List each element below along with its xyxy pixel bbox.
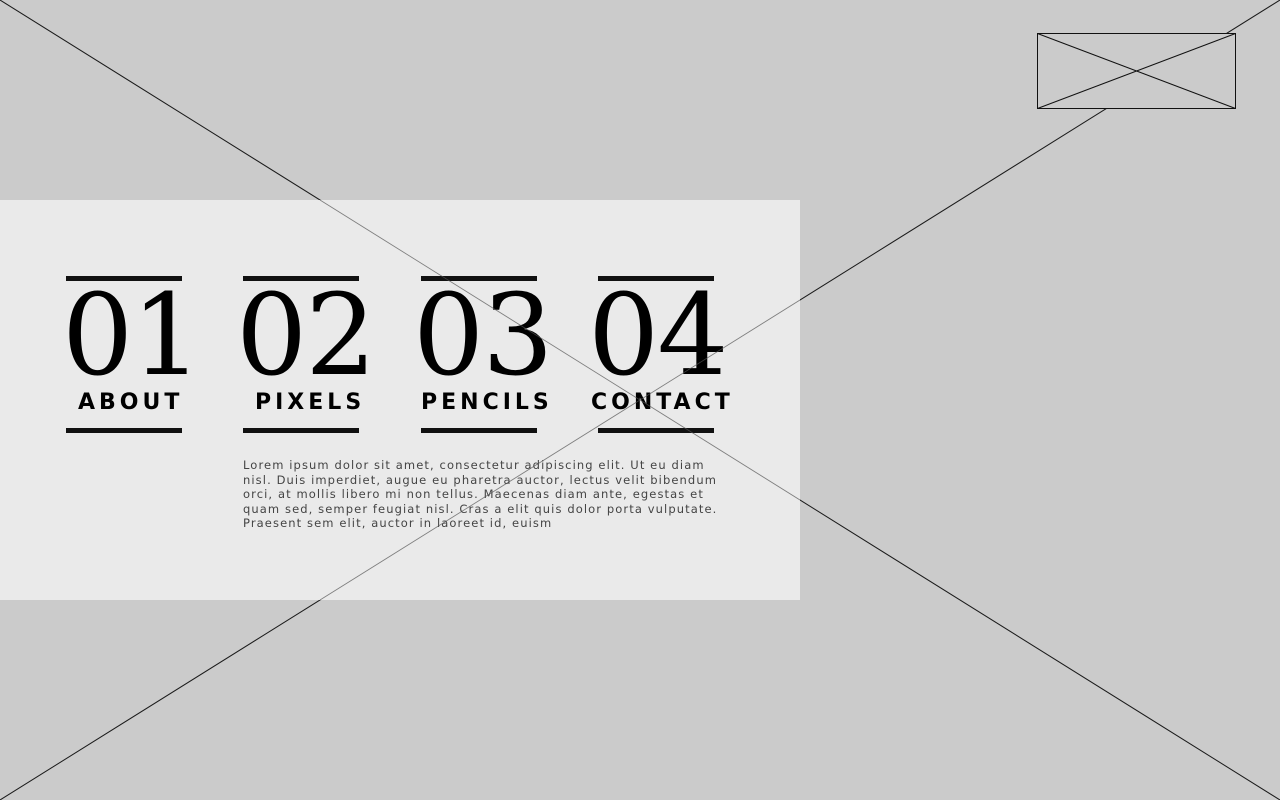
nav-label: PENCILS xyxy=(421,390,553,415)
nav-label: PIXELS xyxy=(255,390,366,415)
nav-label: ABOUT xyxy=(78,390,184,415)
nav-item-pixels[interactable]: 02 PIXELS xyxy=(236,276,416,434)
page: 01 ABOUT 02 PIXELS 03 PENCILS 04 CONTACT xyxy=(0,0,1280,800)
nav-item-about[interactable]: 01 ABOUT xyxy=(62,276,242,434)
nav-number: 04 xyxy=(588,271,729,401)
nav-item-contact[interactable]: 04 CONTACT xyxy=(588,276,768,434)
body-paragraph: Lorem ipsum dolor sit amet, consectetur … xyxy=(243,458,718,530)
nav-number: 03 xyxy=(413,271,554,401)
nav-label: CONTACT xyxy=(591,390,734,415)
nav-item-pencils[interactable]: 03 PENCILS xyxy=(413,276,593,434)
content-panel: 01 ABOUT 02 PIXELS 03 PENCILS 04 CONTACT xyxy=(0,200,800,600)
nav-rule-bottom xyxy=(421,428,537,433)
nav-rule-bottom xyxy=(243,428,359,433)
nav-rule-bottom xyxy=(598,428,714,433)
nav-rule-bottom xyxy=(66,428,182,433)
nav-number: 02 xyxy=(236,271,377,401)
logo-placeholder-icon[interactable] xyxy=(1037,33,1236,109)
nav-number: 01 xyxy=(62,271,203,401)
main-navigation: 01 ABOUT 02 PIXELS 03 PENCILS 04 CONTACT xyxy=(0,200,800,460)
